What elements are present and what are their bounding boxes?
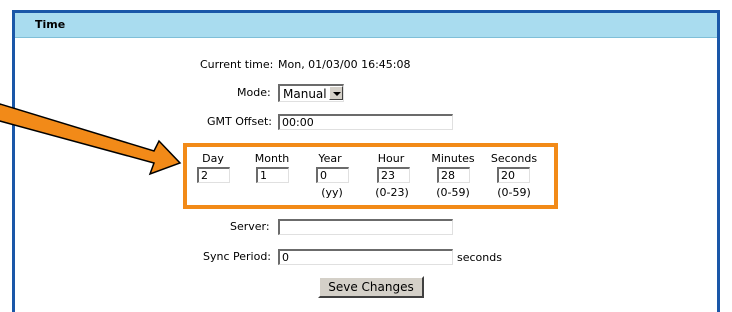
sync-period-input[interactable] — [278, 249, 453, 265]
chevron-down-icon[interactable] — [329, 86, 343, 100]
month-label: Month — [254, 152, 290, 165]
server-label: Server: — [230, 220, 270, 233]
hour-input[interactable] — [377, 167, 410, 183]
minutes-range-hint: (0-59) — [436, 186, 470, 199]
month-input[interactable] — [256, 167, 289, 183]
gmt-offset-input[interactable] — [278, 114, 453, 130]
seconds-label: Seconds — [490, 152, 538, 165]
year-label: Year — [318, 152, 342, 165]
current-time-label: Current time: — [200, 58, 274, 71]
year-range-hint: (yy) — [321, 186, 343, 199]
minutes-label: Minutes — [431, 152, 475, 165]
seconds-input[interactable] — [497, 167, 530, 183]
minutes-input[interactable] — [437, 167, 470, 183]
sync-period-unit: seconds — [457, 251, 502, 264]
mode-select-value: Manual — [283, 87, 327, 101]
current-time-value: Mon, 01/03/00 16:45:08 — [278, 58, 411, 71]
save-changes-button[interactable]: Seve Changes — [318, 276, 424, 298]
sync-period-label: Sync Period: — [203, 250, 272, 263]
year-input[interactable] — [316, 167, 349, 183]
server-input[interactable] — [278, 219, 453, 235]
hour-range-hint: (0-23) — [375, 186, 409, 199]
hour-label: Hour — [377, 152, 405, 165]
mode-select[interactable]: Manual — [278, 84, 344, 102]
gmt-offset-label: GMT Offset: — [207, 115, 272, 128]
mode-label: Mode: — [237, 86, 271, 99]
orange-arrow-icon — [0, 103, 182, 176]
day-input[interactable] — [197, 167, 230, 183]
seconds-range-hint: (0-59) — [497, 186, 531, 199]
